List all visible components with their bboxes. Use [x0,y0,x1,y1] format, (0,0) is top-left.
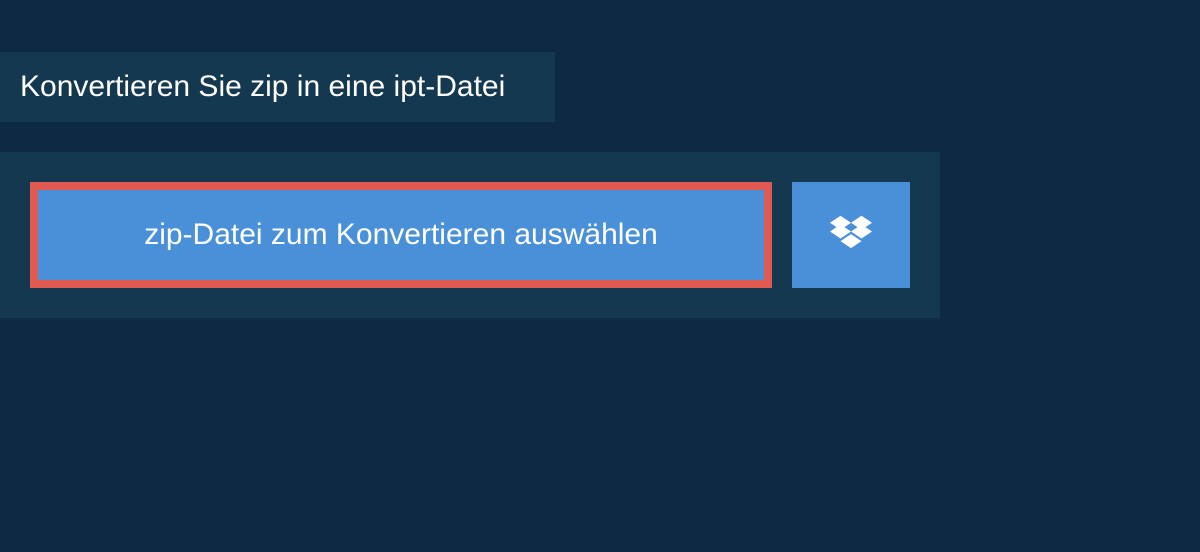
upload-panel: zip-Datei zum Konvertieren auswählen [0,152,940,318]
dropbox-icon [830,214,872,256]
dropbox-button[interactable] [792,182,910,288]
page-title: Konvertieren Sie zip in eine ipt-Datei [20,70,535,104]
page-header: Konvertieren Sie zip in eine ipt-Datei [0,52,555,122]
select-file-button[interactable]: zip-Datei zum Konvertieren auswählen [30,182,772,288]
select-file-label: zip-Datei zum Konvertieren auswählen [144,218,658,252]
